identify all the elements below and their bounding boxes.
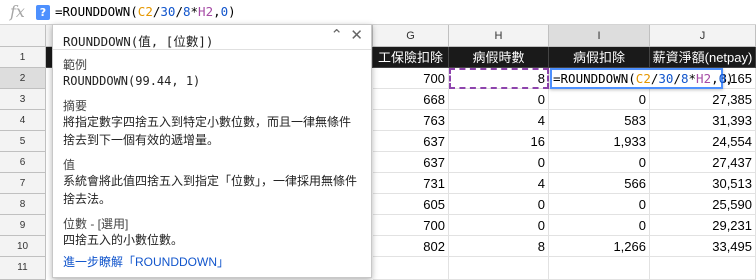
table-cell[interactable]: 1,266 (549, 236, 650, 257)
formula-prefix: =ROUNDDOWN( (55, 4, 138, 19)
row-header-1[interactable]: 1 (0, 47, 46, 68)
example-body: ROUNDDOWN(99.44, 1) (63, 74, 201, 88)
example-title: 範例 (63, 58, 88, 72)
table-cell[interactable]: 4 (449, 110, 549, 131)
table-cell[interactable]: 8 (449, 236, 549, 257)
table-cell[interactable]: 637 (373, 152, 449, 173)
table-cell[interactable]: 1,933 (549, 131, 650, 152)
table-cell[interactable]: 0 (449, 152, 549, 173)
value-title: 值 (63, 158, 76, 172)
header-cell-i[interactable]: 病假扣除 (549, 47, 650, 68)
referenced-cell-highlight (449, 68, 549, 89)
fx-icon: fx (10, 2, 25, 21)
row-header-10[interactable]: 10 (0, 236, 46, 257)
formula-input[interactable]: =ROUNDDOWN(C2/30/8*H2,0) (55, 4, 236, 19)
table-cell[interactable] (373, 257, 449, 280)
table-cell[interactable]: 668 (373, 89, 449, 110)
table-cell[interactable]: 802 (373, 236, 449, 257)
column-header-g[interactable]: G (373, 25, 449, 47)
header-cell-j[interactable]: 薪資淨額(netpay) (650, 47, 756, 68)
formula-sep: , (213, 4, 221, 19)
table-cell[interactable]: 33,495 (650, 236, 756, 257)
row-header-8[interactable]: 8 (0, 194, 46, 215)
editor-op: * (688, 71, 697, 86)
table-cell[interactable]: 763 (373, 110, 449, 131)
table-cell[interactable]: 583 (549, 110, 650, 131)
cell-editor[interactable]: =ROUNDDOWN(C2/30/8*H2,0) (550, 68, 734, 89)
table-cell[interactable]: 0 (449, 215, 549, 236)
table-cell[interactable]: 0 (549, 215, 650, 236)
row-header-6[interactable]: 6 (0, 152, 46, 173)
editor-suffix: ) (726, 71, 734, 86)
formula-ref-c2: C2 (137, 4, 153, 19)
table-cell[interactable]: 637 (373, 131, 449, 152)
places-title: 位數 - [選用] (63, 217, 129, 231)
column-header-j[interactable]: J (650, 25, 756, 47)
close-icon[interactable]: ✕ (350, 26, 363, 44)
table-cell[interactable] (650, 257, 756, 280)
summary-title: 摘要 (63, 99, 88, 113)
header-cell-g[interactable]: 工保險扣除 (373, 47, 449, 68)
value-body: 系統會將此值四捨五入到指定「位數」，一律採用無條件捨去法。 (63, 174, 358, 206)
row-header-11[interactable]: 11 (0, 257, 46, 280)
formula-num: 30 (160, 4, 176, 19)
help-icon[interactable]: ? (36, 5, 50, 20)
formula-op: / (175, 4, 183, 19)
table-cell[interactable]: 605 (373, 194, 449, 215)
table-cell[interactable]: 24,554 (650, 131, 756, 152)
table-cell[interactable]: 566 (549, 173, 650, 194)
formula-bar: fx ? =ROUNDDOWN(C2/30/8*H2,0) (0, 0, 756, 25)
row-header-5[interactable]: 5 (0, 131, 46, 152)
editor-op: / (673, 71, 681, 86)
table-cell[interactable]: 27,385 (650, 89, 756, 110)
editor-ref-c2: C2 (635, 71, 651, 86)
table-cell[interactable]: 31,393 (650, 110, 756, 131)
table-cell[interactable]: 731 (373, 173, 449, 194)
table-cell[interactable]: 16 (449, 131, 549, 152)
column-header-i[interactable]: I (549, 25, 650, 47)
table-cell[interactable]: 700 (373, 68, 449, 89)
editor-sep: , (711, 71, 719, 86)
table-cell[interactable]: 30,513 (650, 173, 756, 194)
table-cell[interactable]: 0 (549, 89, 650, 110)
editor-num: 8 (680, 71, 689, 86)
function-help-popup: ROUNDDOWN(值, [位數]) ⌃ ✕ 範例 ROUNDDOWN(99.4… (52, 24, 372, 278)
summary-body: 將指定數字四捨五入到特定小數位數，而且一律無條件捨去到下一個有效的遞增量。 (63, 115, 352, 147)
table-cell[interactable]: 29,231 (650, 215, 756, 236)
row-header-3[interactable]: 3 (0, 89, 46, 110)
row-header-9[interactable]: 9 (0, 215, 46, 236)
editor-ref-h2: H2 (696, 71, 712, 86)
chevron-up-icon[interactable]: ⌃ (330, 26, 343, 44)
table-cell[interactable]: 0 (449, 194, 549, 215)
row-header-2[interactable]: 2 (0, 68, 46, 89)
editor-prefix: =ROUNDDOWN( (553, 71, 636, 86)
table-cell[interactable]: 27,437 (650, 152, 756, 173)
table-cell[interactable]: 0 (549, 152, 650, 173)
table-cell[interactable]: 0 (449, 89, 549, 110)
table-cell[interactable]: 700 (373, 215, 449, 236)
formula-op: * (190, 4, 199, 19)
table-cell[interactable]: 25,590 (650, 194, 756, 215)
column-header-h[interactable]: H (449, 25, 549, 47)
popup-title: ROUNDDOWN(值, [位數]) (63, 34, 214, 49)
table-cell[interactable]: 4 (449, 173, 549, 194)
popup-divider (53, 49, 371, 50)
editor-num: 30 (658, 71, 674, 86)
learn-more-link[interactable]: 進一步瞭解「ROUNDDOWN」 (63, 253, 229, 270)
formula-suffix: ) (228, 4, 236, 19)
table-cell[interactable] (449, 257, 549, 280)
grid-corner[interactable] (0, 25, 46, 47)
places-body: 四捨五入的小數位數。 (63, 233, 184, 247)
formula-ref-h2: H2 (198, 4, 214, 19)
formula-num: 8 (182, 4, 191, 19)
header-cell-h[interactable]: 病假時數 (449, 47, 549, 68)
row-header-4[interactable]: 4 (0, 110, 46, 131)
row-header-7[interactable]: 7 (0, 173, 46, 194)
table-cell[interactable]: 0 (549, 194, 650, 215)
table-cell[interactable] (549, 257, 650, 280)
